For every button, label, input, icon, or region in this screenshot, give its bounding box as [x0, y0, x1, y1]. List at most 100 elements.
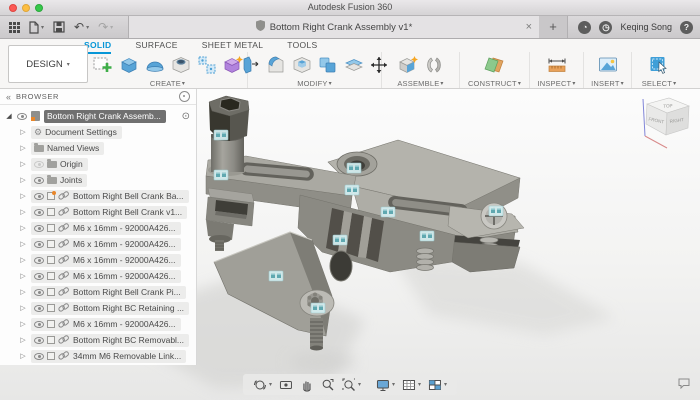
joint-badge[interactable]	[214, 170, 228, 180]
visibility-eye-icon[interactable]	[34, 273, 44, 280]
item-label: Named Views	[47, 143, 99, 153]
browser-item-component[interactable]: ▷ Bottom Right BC Retaining ...	[0, 300, 196, 316]
visibility-eye-icon[interactable]	[34, 177, 44, 184]
visibility-eye-icon[interactable]	[34, 353, 44, 360]
browser-item-component[interactable]: ▷ M6 x 16mm - 92000A426...	[0, 316, 196, 332]
item-label: M6 x 16mm - 92000A426...	[73, 271, 176, 281]
link-icon	[58, 224, 70, 232]
joint-badge[interactable]	[489, 206, 503, 216]
visibility-eye-icon[interactable]	[34, 225, 44, 232]
expand-arrow-icon[interactable]: ▷	[19, 176, 27, 184]
look-at-icon[interactable]	[279, 378, 293, 392]
visibility-eye-icon[interactable]	[34, 305, 44, 312]
item-label: Bottom Right BC Retaining ...	[73, 303, 184, 313]
item-label: Bottom Right Bell Crank Ba...	[73, 191, 184, 201]
link-icon	[58, 192, 70, 200]
expand-arrow-icon[interactable]: ▷	[19, 192, 27, 200]
item-label: M6 x 16mm - 92000A426...	[73, 223, 176, 233]
browser-item-named-views[interactable]: ▷ Named Views	[0, 140, 196, 156]
browser-item-origin[interactable]: ▷ Origin	[0, 156, 196, 172]
visibility-eye-icon[interactable]	[34, 321, 44, 328]
expand-arrow-icon[interactable]: ▷	[19, 304, 27, 312]
view-cube[interactable]: TOP FRONT RIGHT	[633, 92, 695, 157]
joint-badge[interactable]	[269, 271, 283, 281]
browser-item-component[interactable]: ▷ M6 x 16mm - 92000A426...	[0, 268, 196, 284]
expand-arrow-icon[interactable]: ▷	[19, 256, 27, 264]
expand-arrow-icon[interactable]: ▷	[19, 160, 27, 168]
joint-badge[interactable]	[333, 235, 347, 245]
item-label: 34mm M6 Removable Link...	[73, 351, 181, 361]
joint-badge[interactable]	[347, 163, 361, 173]
zoom-icon[interactable]	[321, 378, 335, 392]
folder-icon	[47, 161, 57, 168]
link-icon	[58, 304, 70, 312]
expand-arrow-icon[interactable]: ▷	[19, 128, 27, 136]
expand-arrow-icon[interactable]: ▷	[19, 224, 27, 232]
component-icon	[47, 320, 55, 328]
joint-badge[interactable]	[381, 207, 395, 217]
pan-icon[interactable]	[300, 378, 314, 392]
joint-badge[interactable]	[214, 130, 228, 140]
component-icon	[47, 288, 55, 296]
expand-arrow-icon[interactable]: ▷	[19, 336, 27, 344]
browser-item-component[interactable]: ▷ M6 x 16mm - 92000A426...	[0, 252, 196, 268]
browser-item-joints[interactable]: ▷ Joints	[0, 172, 196, 188]
browser-panel: « BROWSER ◢ Bottom Right Crank Assemb...…	[0, 89, 197, 365]
component-icon	[47, 192, 55, 200]
visibility-eye-icon[interactable]	[34, 257, 44, 264]
visibility-eye-icon[interactable]	[34, 193, 44, 200]
visibility-eye-icon[interactable]	[34, 289, 44, 296]
gear-icon: ⚙	[34, 128, 42, 137]
browser-item-component[interactable]: ▷ M6 x 16mm - 92000A426...	[0, 236, 196, 252]
browser-item-component[interactable]: ▷ Bottom Right BC Removabl...	[0, 332, 196, 348]
grid-display-icon[interactable]	[402, 378, 421, 392]
expand-arrow-icon[interactable]: ▷	[19, 208, 27, 216]
expand-arrow-icon[interactable]: ◢	[5, 112, 13, 120]
visibility-eye-icon[interactable]	[34, 241, 44, 248]
expand-arrow-icon[interactable]: ▷	[19, 144, 27, 152]
item-label: Origin	[60, 159, 83, 169]
joint-badge[interactable]	[420, 231, 434, 241]
component-icon	[47, 336, 55, 344]
expand-arrow-icon[interactable]: ▷	[19, 288, 27, 296]
expand-arrow-icon[interactable]: ▷	[19, 320, 27, 328]
browser-item-component[interactable]: ▷ Bottom Right Bell Crank Ba...	[0, 188, 196, 204]
visibility-eye-icon[interactable]	[17, 113, 27, 120]
link-icon	[58, 256, 70, 264]
display-settings-icon[interactable]	[376, 378, 395, 392]
fusion-window: Autodesk Fusion 360 ↶ ↷ Bottom Right Cra…	[0, 0, 700, 400]
browser-item-document-settings[interactable]: ▷ ⚙Document Settings	[0, 124, 196, 140]
orbit-icon[interactable]	[253, 378, 272, 392]
expand-arrow-icon[interactable]: ▷	[19, 352, 27, 360]
browser-item-component[interactable]: ▷ M6 x 16mm - 92000A426...	[0, 220, 196, 236]
activate-component-radio[interactable]: ⊙	[182, 111, 190, 122]
joint-badge[interactable]	[311, 303, 325, 313]
browser-item-component[interactable]: ▷ 34mm M6 Removable Link...	[0, 348, 196, 364]
expand-arrow-icon[interactable]: ▷	[19, 272, 27, 280]
item-label: Bottom Right BC Removabl...	[73, 335, 184, 345]
joint-badge[interactable]	[345, 185, 359, 195]
browser-tree: ◢ Bottom Right Crank Assemb... ⊙ ▷ ⚙Docu…	[0, 105, 196, 364]
browser-title: BROWSER	[16, 92, 174, 101]
browser-item-component[interactable]: ▷ Bottom Right Bell Crank v1...	[0, 204, 196, 220]
item-label: Joints	[60, 175, 82, 185]
link-icon	[58, 352, 70, 360]
component-icon	[47, 240, 55, 248]
link-icon	[58, 320, 70, 328]
folder-icon	[47, 177, 57, 184]
navigation-bar	[243, 374, 457, 395]
item-label: Bottom Right Crank Assemb...	[47, 111, 161, 121]
visibility-eye-icon[interactable]	[34, 337, 44, 344]
visibility-eye-icon[interactable]	[34, 209, 44, 216]
browser-root-item[interactable]: ◢ Bottom Right Crank Assemb... ⊙	[0, 108, 196, 124]
browser-item-component[interactable]: ▷ Bottom Right Bell Crank Pi...	[0, 284, 196, 300]
link-icon	[58, 288, 70, 296]
browser-options-icon[interactable]	[179, 91, 190, 102]
fit-icon[interactable]	[342, 378, 361, 392]
viewports-icon[interactable]	[428, 378, 447, 392]
expand-arrow-icon[interactable]: ▷	[19, 240, 27, 248]
collapse-panel-icon[interactable]: «	[6, 92, 11, 102]
feedback-comment-icon[interactable]	[678, 376, 690, 394]
item-label: Bottom Right Bell Crank Pi...	[73, 287, 181, 297]
visibility-eye-icon[interactable]	[34, 161, 44, 168]
